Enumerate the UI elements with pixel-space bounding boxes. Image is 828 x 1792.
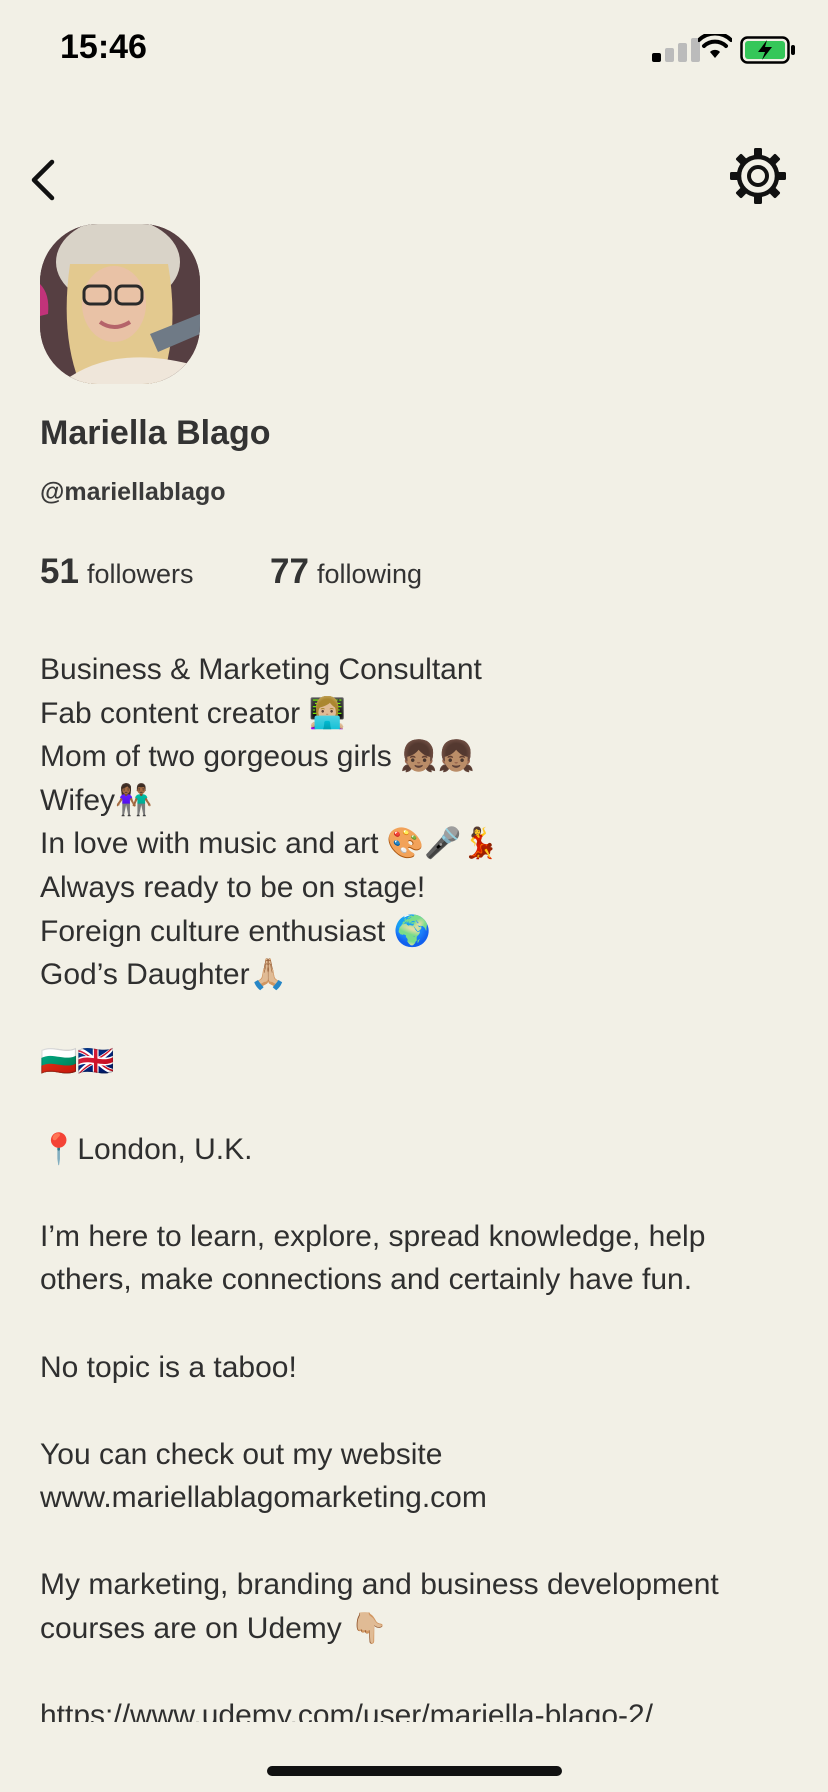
chevron-left-icon: [31, 159, 55, 201]
gear-icon: [730, 148, 786, 204]
bio-line: I’m here to learn, explore, spread knowl…: [40, 1219, 706, 1253]
home-indicator[interactable]: [267, 1766, 562, 1776]
profile-name: Mariella Blago: [40, 414, 271, 452]
bio-line: Fab content creator 👩🏼‍💻: [40, 696, 346, 730]
status-time: 15:46: [60, 28, 147, 66]
settings-button[interactable]: [726, 144, 790, 208]
bio-spacer: [40, 1084, 790, 1128]
bio-line: Wifey👫🏾: [40, 783, 153, 817]
avatar-photo: [40, 224, 200, 384]
wifi-icon: [698, 34, 732, 58]
bio-line: Mom of two gorgeous girls 👧🏽👧🏽: [40, 740, 475, 774]
bio-spacer: [40, 1520, 790, 1564]
bottom-safe-area: [0, 1722, 828, 1792]
bio-location: 📍London, U.K.: [40, 1132, 253, 1166]
bio-line: Foreign culture enthusiast 🌍: [40, 914, 431, 948]
bio-line: No topic is a taboo!: [40, 1350, 297, 1384]
back-button[interactable]: [18, 150, 68, 210]
battery-charging-icon: [740, 36, 795, 64]
followers-count: 51: [40, 552, 79, 591]
followers-label: followers: [86, 559, 194, 589]
bio-line: courses are on Udemy 👇🏼: [40, 1612, 388, 1646]
following-label: following: [316, 559, 422, 589]
bio-line: God’s Daughter🙏🏼: [40, 958, 287, 992]
bio-line: others, make connections and certainly h…: [40, 1263, 693, 1297]
bio-line: In love with music and art 🎨🎤💃: [40, 827, 499, 861]
profile-bio: Business & Marketing Consultant Fab cont…: [40, 648, 790, 1738]
bio-spacer: [40, 997, 790, 1041]
followers-link[interactable]: 51 followers: [40, 552, 193, 592]
following-link[interactable]: 77 following: [270, 552, 422, 592]
bio-spacer: [40, 1389, 790, 1433]
top-navigation: [0, 140, 828, 220]
bio-website-link[interactable]: www.mariellablagomarketing.com: [40, 1476, 790, 1520]
profile-handle: @mariellablago: [40, 478, 226, 506]
bio-spacer: [40, 1651, 790, 1695]
following-count: 77: [270, 552, 309, 591]
profile-avatar[interactable]: [40, 224, 200, 384]
bio-spacer: [40, 1302, 790, 1346]
bio-line: Always ready to be on stage!: [40, 870, 426, 904]
bio-line: Business & Marketing Consultant: [40, 653, 482, 686]
bio-line: You can check out my website: [40, 1437, 443, 1471]
bio-spacer: [40, 1171, 790, 1215]
bio-line: My marketing, branding and business deve…: [40, 1568, 719, 1602]
status-bar: 15:46: [0, 0, 828, 100]
bio-flags: 🇧🇬🇬🇧: [40, 1045, 115, 1079]
